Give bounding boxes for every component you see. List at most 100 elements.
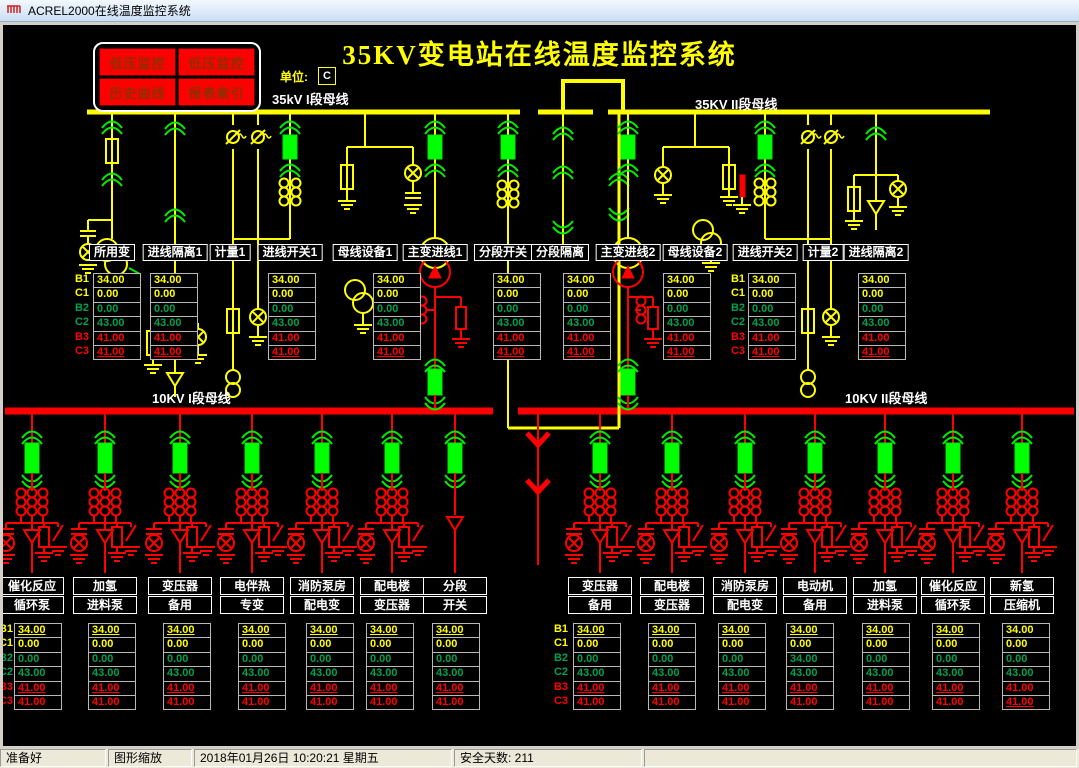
temp-value-cell: 0.00 bbox=[564, 303, 610, 318]
feeder-label-line: 配电楼 bbox=[360, 577, 424, 595]
feeder-label-10kv-8[interactable]: 变压器 备用 bbox=[568, 577, 632, 614]
menu-button-history-curve[interactable]: 历史曲线 bbox=[99, 78, 176, 106]
temp-value-cell: 43.00 bbox=[664, 317, 710, 332]
temp-value-cell: 0.00 bbox=[89, 638, 135, 653]
feeder-label-10kv-13[interactable]: 催化反应 循环泵 bbox=[921, 577, 985, 614]
bay-label-35kv-3[interactable]: 计量1 bbox=[209, 244, 251, 261]
temp-value-cell: 41.00 bbox=[307, 682, 353, 696]
feeder-10kv-left-7 bbox=[444, 414, 466, 573]
feeder-label-10kv-7[interactable]: 分段 开关 bbox=[423, 577, 487, 614]
temp-value-cell: 41.00 bbox=[859, 332, 905, 346]
bay-label-35kv-6[interactable]: 主变进线1 bbox=[402, 244, 468, 261]
temp-value-cell: 41.00 bbox=[564, 332, 610, 346]
feeder-label-line: 变压器 bbox=[360, 596, 424, 614]
feeder-label-10kv-2[interactable]: 加氢 进料泵 bbox=[73, 577, 137, 614]
temp-value-cell: 0.00 bbox=[94, 303, 140, 318]
temp-row-label: C1 bbox=[730, 287, 745, 300]
temp-value-cell: 0.00 bbox=[151, 288, 197, 303]
feeder-label-line: 备用 bbox=[568, 596, 632, 614]
feeder-label-line: 开关 bbox=[423, 596, 487, 614]
bay-label-35kv-10[interactable]: 母线设备2 bbox=[662, 244, 728, 261]
feeder-label-10kv-6[interactable]: 配电楼 变压器 bbox=[360, 577, 424, 614]
bay-label-35kv-8[interactable]: 分段隔离 bbox=[530, 244, 590, 261]
temp-value-cell: 0.00 bbox=[664, 288, 710, 303]
breaker-closed-icon[interactable] bbox=[172, 442, 188, 474]
bay-label-35kv-5[interactable]: 母线设备1 bbox=[332, 244, 398, 261]
bay-label-35kv-13[interactable]: 进线隔离2 bbox=[843, 244, 909, 261]
bay-label-35kv-12[interactable]: 计量2 bbox=[802, 244, 844, 261]
breaker-closed-icon[interactable] bbox=[757, 134, 773, 160]
breaker-closed-icon[interactable] bbox=[97, 442, 113, 474]
temp-value-cell: 41.00 bbox=[18, 695, 46, 708]
feeder-10kv-right-4 bbox=[780, 414, 850, 573]
feeder-label-10kv-9[interactable]: 配电楼 变压器 bbox=[640, 577, 704, 614]
temp-table-lower-left-3: 34.00 0.00 0.00 43.00 41.00 41.00 bbox=[163, 623, 211, 711]
temp-value-cell: 41.00 bbox=[92, 695, 120, 708]
temp-value-cell: 0.00 bbox=[574, 653, 620, 668]
breaker-closed-icon[interactable] bbox=[620, 368, 636, 396]
breaker-closed-icon[interactable] bbox=[427, 368, 443, 396]
temp-table-upper-5: 34.00 0.00 0.00 43.00 41.00 41.00 bbox=[493, 273, 541, 361]
bay-label-35kv-11[interactable]: 进线开关2 bbox=[732, 244, 798, 261]
temp-value-cell: 41.00 bbox=[370, 695, 398, 708]
feeder-label-10kv-1[interactable]: 催化反应 循环泵 bbox=[3, 577, 64, 614]
bay-label-35kv-4[interactable]: 进线开关1 bbox=[257, 244, 323, 261]
breaker-closed-icon[interactable] bbox=[737, 442, 753, 474]
temp-value-cell: 0.00 bbox=[749, 288, 795, 303]
breaker-closed-icon[interactable] bbox=[447, 442, 463, 474]
feeder-label-line: 变压器 bbox=[640, 596, 704, 614]
feeder-label-line: 消防泵房 bbox=[290, 577, 354, 595]
temp-value-cell: 41.00 bbox=[242, 695, 270, 708]
temp-value-cell: 0.00 bbox=[15, 653, 61, 668]
breaker-closed-icon[interactable] bbox=[500, 134, 516, 160]
temp-value-cell: 41.00 bbox=[649, 682, 695, 696]
menu-button-report-index[interactable]: 报表索引 bbox=[178, 78, 255, 106]
temp-value-cell: 41.00 bbox=[377, 345, 405, 358]
feeder-label-line: 变压器 bbox=[148, 577, 212, 595]
bus-label-10kv-2: 10KV II段母线 bbox=[845, 391, 928, 406]
temp-row-label: C2 bbox=[730, 316, 745, 329]
temp-value-cell: 0.00 bbox=[859, 288, 905, 303]
temp-value-cell: 34.00 bbox=[151, 274, 197, 289]
feeder-label-10kv-11[interactable]: 电动机 备用 bbox=[783, 577, 847, 614]
bay-label-35kv-7[interactable]: 分段开关 bbox=[473, 244, 533, 261]
temp-value-cell: 0.00 bbox=[564, 288, 610, 303]
temp-table-upper-9: 34.00 0.00 0.00 43.00 41.00 41.00 bbox=[858, 273, 906, 361]
feeder-label-10kv-3[interactable]: 变压器 备用 bbox=[148, 577, 212, 614]
feeder-label-10kv-14[interactable]: 新氢 压缩机 bbox=[990, 577, 1054, 614]
breaker-closed-icon[interactable] bbox=[945, 442, 961, 474]
feeder-label-line: 进料泵 bbox=[73, 596, 137, 614]
temp-value-cell: 34.00 bbox=[89, 624, 135, 639]
temp-value-cell: 41.00 bbox=[862, 345, 890, 358]
bay-label-35kv-9[interactable]: 主变进线2 bbox=[595, 244, 661, 261]
feeder-label-10kv-12[interactable]: 加氢 进料泵 bbox=[853, 577, 917, 614]
breaker-closed-icon[interactable] bbox=[592, 442, 608, 474]
breaker-closed-icon[interactable] bbox=[807, 442, 823, 474]
feeder-label-10kv-5[interactable]: 消防泵房 配电变 bbox=[290, 577, 354, 614]
bus-label-10kv-1: 10KV I段母线 bbox=[152, 391, 231, 406]
temp-value-cell: 43.00 bbox=[151, 317, 197, 332]
temp-value-cell: 43.00 bbox=[933, 667, 979, 682]
temp-value-cell: 41.00 bbox=[436, 695, 464, 708]
breaker-closed-icon[interactable] bbox=[877, 442, 893, 474]
breaker-closed-icon[interactable] bbox=[620, 134, 636, 160]
feeder-label-line: 分段 bbox=[423, 577, 487, 595]
menu-button-lv-monitor-2[interactable]: 低压监控 bbox=[178, 48, 255, 76]
breaker-closed-icon[interactable] bbox=[427, 134, 443, 160]
breaker-closed-icon[interactable] bbox=[664, 442, 680, 474]
breaker-closed-icon[interactable] bbox=[1014, 442, 1030, 474]
temp-row-label: B2 bbox=[553, 651, 568, 664]
bay-label-35kv-2[interactable]: 进线隔离1 bbox=[142, 244, 208, 261]
temp-value-cell: 41.00 bbox=[1006, 695, 1034, 708]
breaker-closed-icon[interactable] bbox=[24, 442, 40, 474]
menu-button-lv-monitor-1[interactable]: 低压监控 bbox=[99, 48, 176, 76]
feeder-label-10kv-10[interactable]: 消防泵房 配电变 bbox=[713, 577, 777, 614]
bay-label-35kv-1[interactable]: 所用变 bbox=[88, 244, 136, 261]
breaker-closed-icon[interactable] bbox=[384, 442, 400, 474]
breaker-closed-icon[interactable] bbox=[244, 442, 260, 474]
temp-value-cell: 41.00 bbox=[151, 332, 197, 346]
feeder-label-10kv-4[interactable]: 电伴热 专变 bbox=[220, 577, 284, 614]
breaker-closed-icon[interactable] bbox=[314, 442, 330, 474]
breaker-closed-icon[interactable] bbox=[282, 134, 298, 160]
temp-value-cell: 34.00 bbox=[863, 624, 909, 639]
